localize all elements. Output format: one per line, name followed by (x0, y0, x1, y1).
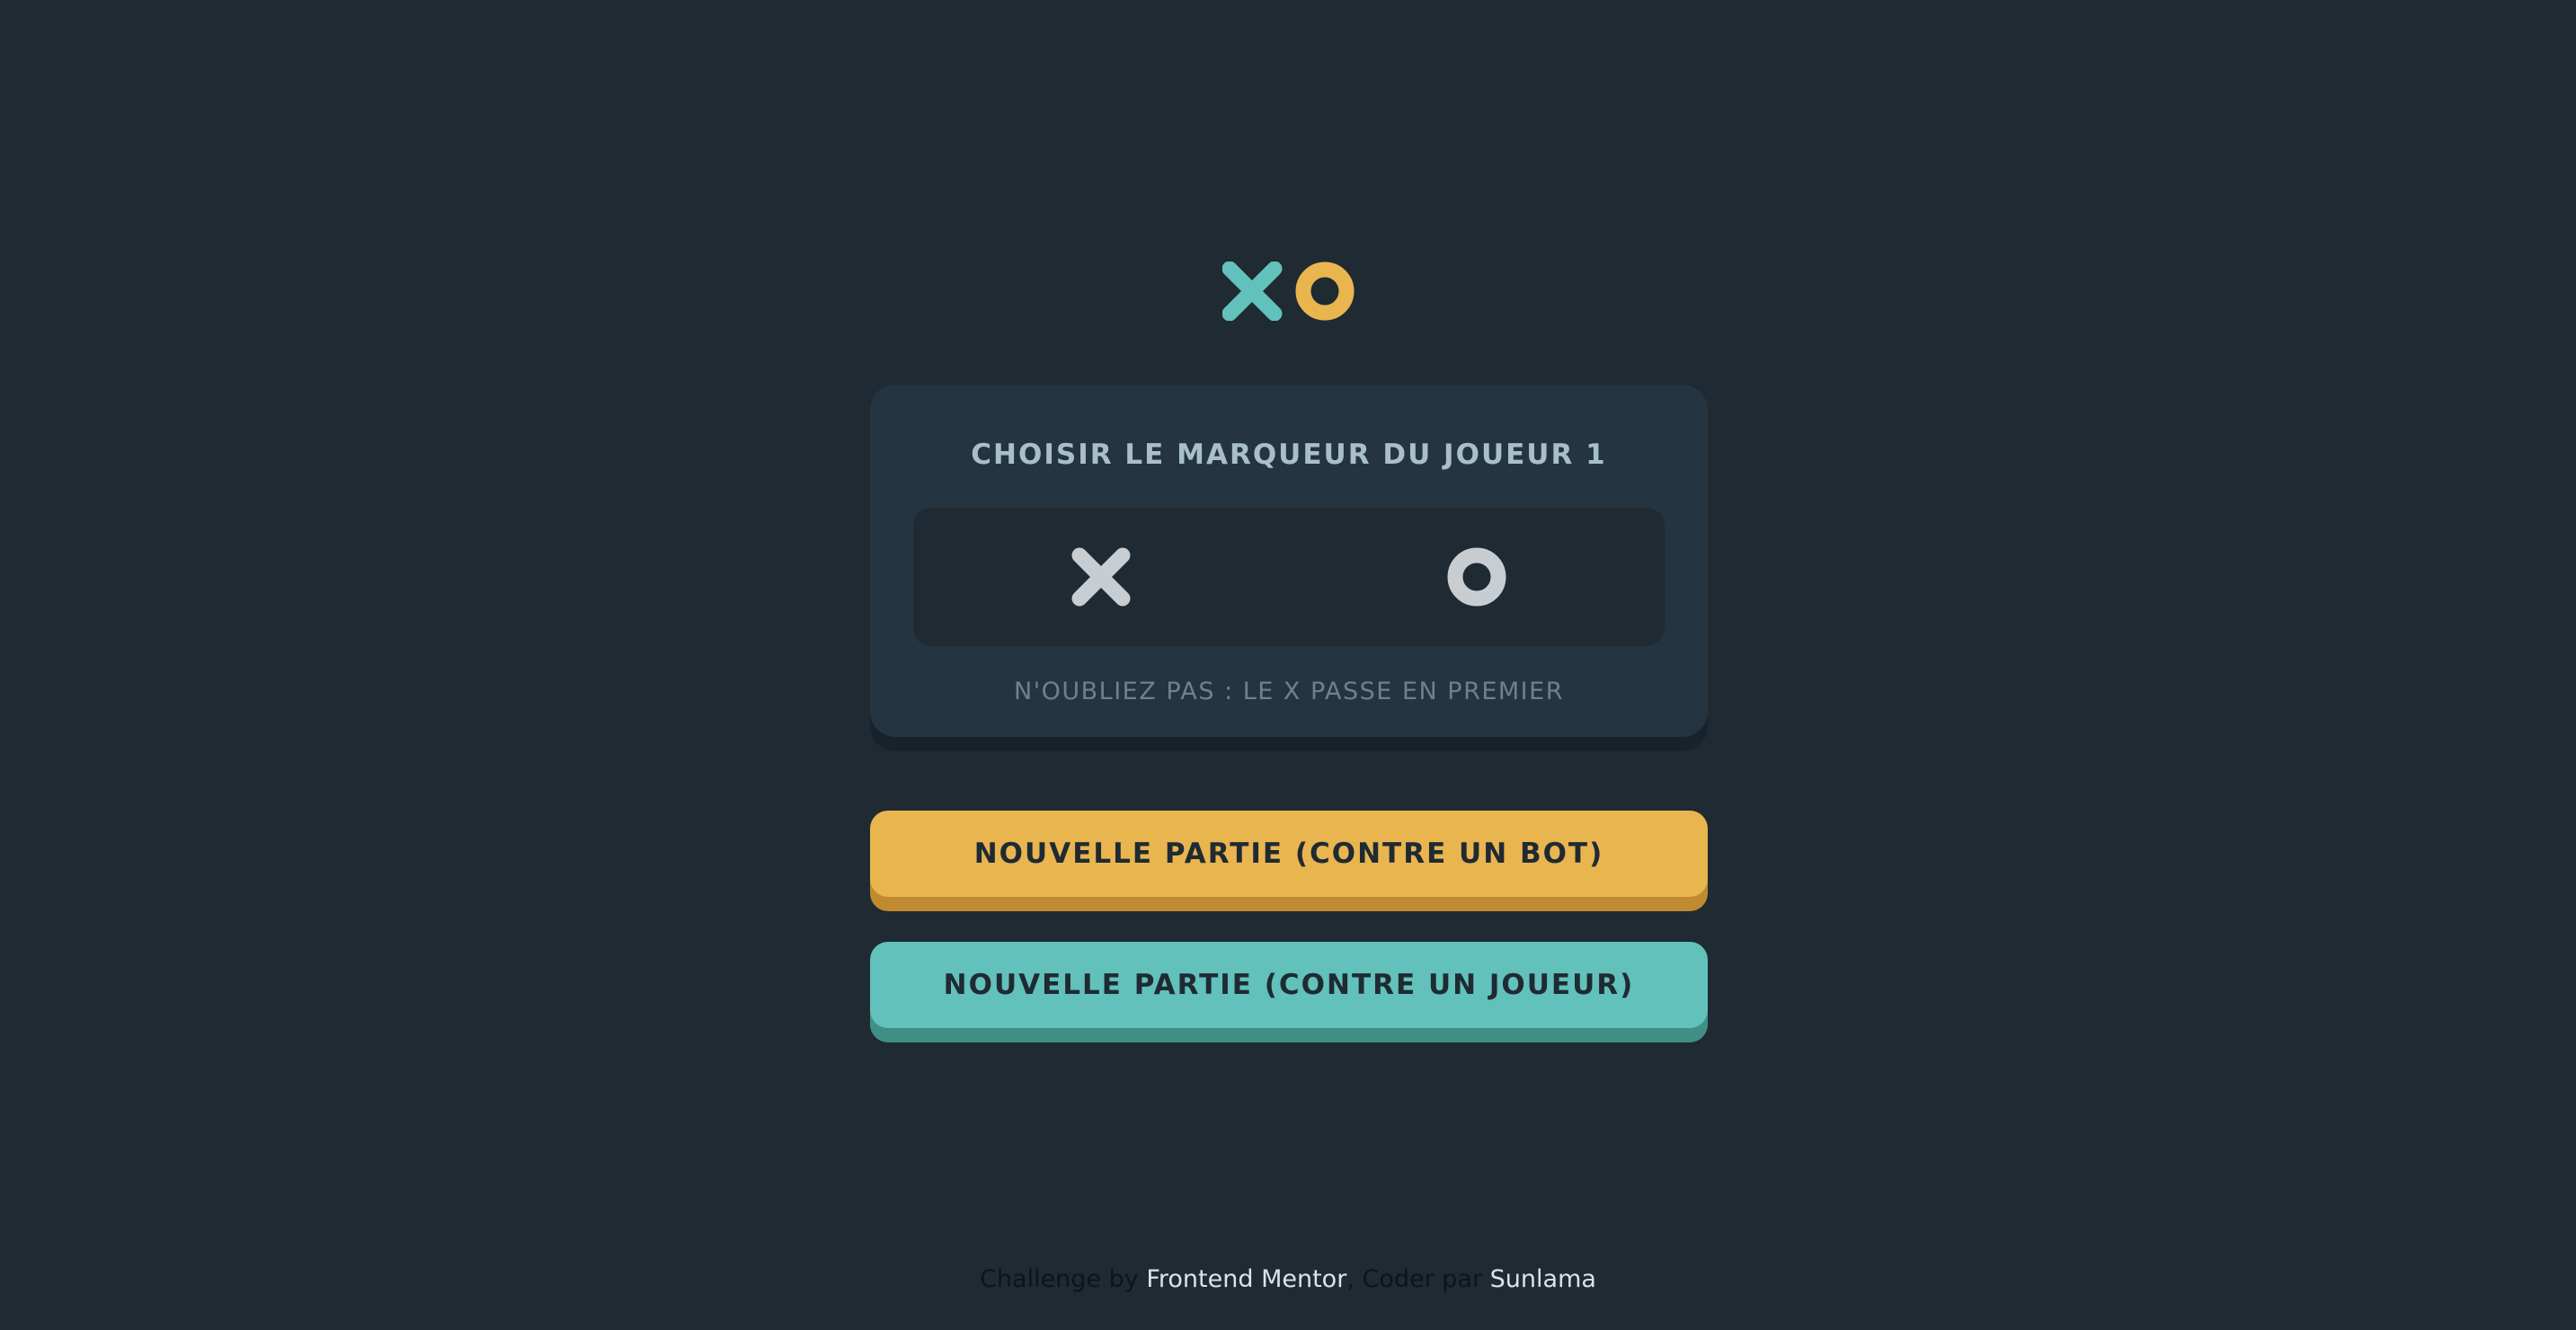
first-move-reminder: N'OUBLIEZ PAS : LE X PASSE EN PREMIER (1014, 678, 1564, 705)
marker-option-x[interactable] (913, 508, 1289, 646)
author-link[interactable]: Sunlama (1490, 1265, 1596, 1293)
picker-title: CHOISIR LE MARQUEUR DU JOUEUR 1 (971, 439, 1607, 471)
new-game-vs-bot-button[interactable]: NOUVELLE PARTIE (CONTRE UN BOT) (870, 811, 1708, 897)
o-mark-icon (1295, 262, 1355, 321)
logo (1222, 262, 1357, 321)
new-game-vs-player-button[interactable]: NOUVELLE PARTIE (CONTRE UN JOUEUR) (870, 942, 1708, 1028)
frontend-mentor-link[interactable]: Frontend Mentor (1146, 1265, 1346, 1293)
footer-credits: Challenge by Frontend Mentor, Coder par … (0, 1265, 2576, 1293)
footer-prefix: Challenge by (980, 1265, 1147, 1293)
marker-picker-card: CHOISIR LE MARQUEUR DU JOUEUR 1 N'OUBLIE… (870, 385, 1708, 737)
page: CHOISIR LE MARQUEUR DU JOUEUR 1 N'OUBLIE… (0, 0, 2576, 1330)
marker-toggle (913, 508, 1665, 646)
x-mark-icon (1071, 547, 1131, 607)
marker-option-o[interactable] (1289, 508, 1665, 646)
x-mark-icon (1222, 262, 1283, 321)
footer-middle: , Coder par (1346, 1265, 1490, 1293)
o-mark-icon (1447, 547, 1506, 607)
logo-graphic (1222, 262, 1355, 321)
